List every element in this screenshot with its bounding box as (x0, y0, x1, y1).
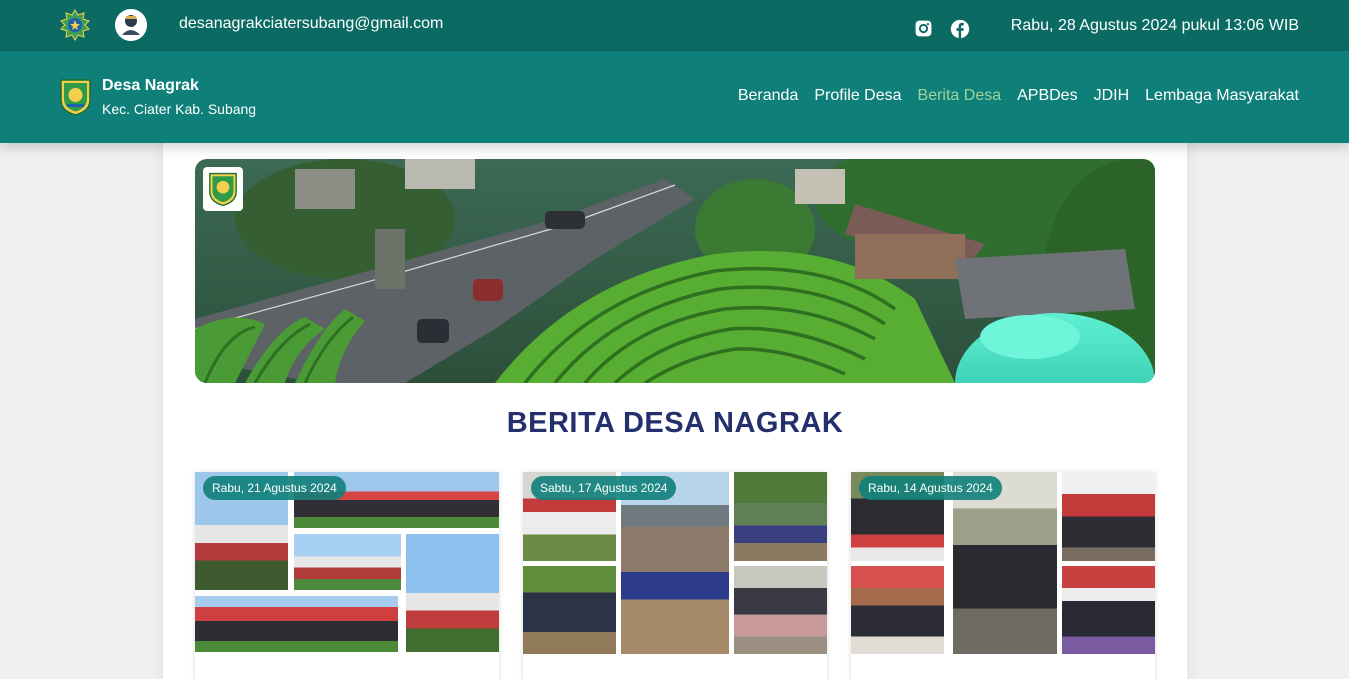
nav-item-berita-desa[interactable]: Berita Desa (918, 87, 1002, 105)
village-logo[interactable] (59, 78, 92, 116)
news-photo (734, 566, 827, 654)
news-photo (195, 596, 398, 652)
avatar-image (115, 9, 147, 41)
nav-item-beranda[interactable]: Beranda (738, 87, 799, 105)
facebook-icon[interactable] (950, 19, 970, 39)
nav-item-jdih[interactable]: JDIH (1094, 87, 1130, 105)
nav-item-apbdes[interactable]: APBDes (1017, 87, 1077, 105)
news-card[interactable]: Sabtu, 17 Agustus 2024 (523, 472, 827, 679)
content-card: BERITA DESA NAGRAK Rabu, 21 Agustus 2024 (163, 143, 1187, 679)
nav-item-profile-desa[interactable]: Profile Desa (814, 87, 901, 105)
main-navbar: Desa Nagrak Kec. Ciater Kab. Subang Bera… (0, 51, 1349, 143)
news-date-badge: Rabu, 21 Agustus 2024 (203, 476, 346, 500)
hero-landscape-image (195, 159, 1155, 383)
contact-email[interactable]: desanagrakciatersubang@gmail.com (179, 15, 443, 33)
brand-subtitle: Kec. Ciater Kab. Subang (102, 101, 257, 117)
news-card[interactable]: Rabu, 14 Agustus 2024 (851, 472, 1155, 679)
instagram-icon[interactable] (914, 19, 933, 38)
news-cards: Rabu, 21 Agustus 2024 Sabtu, 17 Agustus … (195, 472, 1155, 679)
news-date-badge: Sabtu, 17 Agustus 2024 (531, 476, 677, 500)
news-photo (294, 534, 401, 590)
nav-menu: Beranda Profile Desa Berita Desa APBDes … (738, 87, 1299, 105)
brand-name[interactable]: Desa Nagrak (102, 77, 199, 95)
current-datetime: Rabu, 28 Agustus 2024 pukul 13:06 WIB (1010, 17, 1299, 34)
avatar[interactable] (115, 9, 147, 41)
hero-logo-badge (203, 167, 243, 211)
news-date-badge: Rabu, 14 Agustus 2024 (859, 476, 1002, 500)
emblem-icon (60, 9, 90, 41)
village-crest-icon (209, 172, 237, 207)
section-title: BERITA DESA NAGRAK (506, 407, 844, 439)
news-photo (1062, 472, 1155, 561)
news-photo (406, 534, 499, 652)
nav-item-lembaga-masyarakat[interactable]: Lembaga Masyarakat (1145, 87, 1299, 105)
news-card[interactable]: Rabu, 21 Agustus 2024 (195, 472, 499, 679)
news-photo (523, 566, 616, 654)
news-photo (734, 472, 827, 561)
hero-banner (195, 159, 1155, 383)
top-bar: desanagrakciatersubang@gmail.com Rabu, 2… (0, 0, 1349, 51)
news-photo (1062, 566, 1155, 654)
news-photo (851, 566, 944, 654)
